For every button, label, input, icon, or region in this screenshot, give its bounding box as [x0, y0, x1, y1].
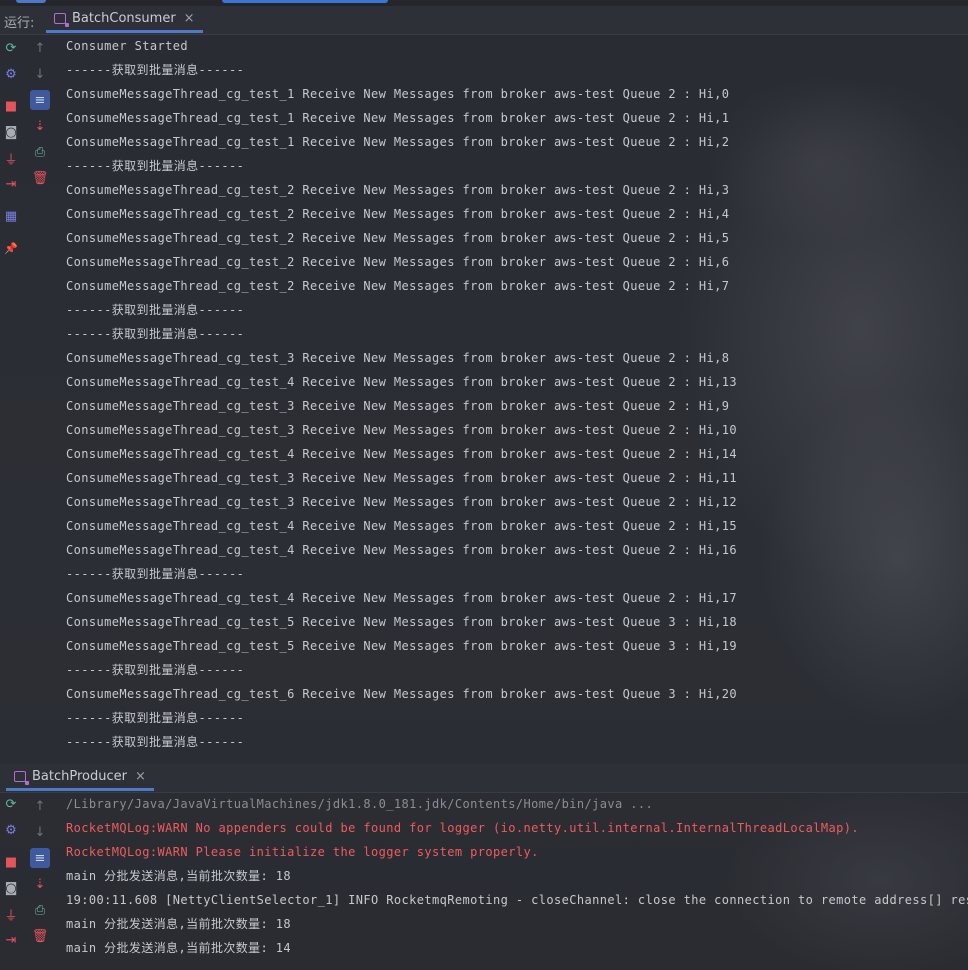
- console-line: ------获取到批量消息------: [66, 567, 245, 581]
- trash-icon[interactable]: 🗑: [32, 928, 49, 944]
- consumer-toolbar: ⟳ ↑ ⚙ ↓ ■ ≡ ◙ ⇣ ⏚ ⎙ ⇥ 🗑 ▦ 📌: [0, 34, 54, 754]
- consumer-console-output[interactable]: Consumer Started ------获取到批量消息------ Consu…: [66, 34, 966, 762]
- console-line: ConsumeMessageThread_cg_test_3 Receive N…: [66, 423, 737, 437]
- console-line: /Library/Java/JavaVirtualMachines/jdk1.8…: [66, 797, 654, 811]
- soft-wrap-icon[interactable]: ≡: [30, 90, 50, 110]
- console-line: main 分批发送消息,当前批次数量: 18: [66, 917, 292, 931]
- rerun-icon[interactable]: ⟳: [3, 796, 19, 812]
- rerun-icon[interactable]: ⟳: [3, 40, 19, 56]
- console-line: ConsumeMessageThread_cg_test_5 Receive N…: [66, 639, 737, 653]
- run-config-icon: [54, 12, 69, 27]
- stop-icon[interactable]: ■: [3, 98, 19, 114]
- console-line: ------获取到批量消息------: [66, 63, 245, 77]
- console-line: ConsumeMessageThread_cg_test_4 Receive N…: [66, 519, 737, 533]
- arrow-down-icon[interactable]: ↓: [32, 824, 48, 840]
- console-line: ------获取到批量消息------: [66, 735, 245, 749]
- console-line: ------获取到批量消息------: [66, 303, 245, 317]
- console-line: ConsumeMessageThread_cg_test_4 Receive N…: [66, 591, 737, 605]
- print-icon[interactable]: ⎙: [32, 144, 48, 160]
- console-line: ------获取到批量消息------: [66, 663, 245, 677]
- tab-batch-consumer[interactable]: BatchConsumer ×: [46, 6, 203, 33]
- console-line: ConsumeMessageThread_cg_test_2 Receive N…: [66, 183, 730, 197]
- console-line: ConsumeMessageThread_cg_test_5 Receive N…: [66, 615, 737, 629]
- console-line: ConsumeMessageThread_cg_test_2 Receive N…: [66, 207, 730, 221]
- console-line: ConsumeMessageThread_cg_test_4 Receive N…: [66, 543, 737, 557]
- console-line: ConsumeMessageThread_cg_test_3 Receive N…: [66, 495, 737, 509]
- run-label: 运行:: [4, 16, 35, 31]
- console-line: ConsumeMessageThread_cg_test_2 Receive N…: [66, 231, 730, 245]
- console-line: ConsumeMessageThread_cg_test_4 Receive N…: [66, 447, 737, 461]
- pin-icon[interactable]: 📌: [3, 240, 19, 256]
- scroll-to-end-icon[interactable]: ⇣: [32, 118, 48, 134]
- toolbar-indicator: [16, 0, 46, 3]
- trash-icon[interactable]: 🗑: [32, 170, 49, 186]
- gear-icon[interactable]: ⚙: [3, 66, 19, 82]
- exit-icon[interactable]: ⇥: [3, 176, 19, 192]
- console-line: ConsumeMessageThread_cg_test_3 Receive N…: [66, 471, 737, 485]
- arrow-down-icon[interactable]: ↓: [32, 66, 48, 82]
- active-editor-indicator: [222, 0, 388, 3]
- producer-tab-bar: BatchProducer ×: [0, 764, 968, 793]
- attach-debugger-icon[interactable]: ⏚: [3, 150, 19, 168]
- close-icon[interactable]: ×: [184, 11, 195, 26]
- arrow-up-icon[interactable]: ↑: [32, 40, 48, 56]
- attach-debugger-icon[interactable]: ⏚: [3, 906, 19, 924]
- warning-line: RocketMQLog:WARN No appenders could be f…: [66, 821, 859, 835]
- console-line: ConsumeMessageThread_cg_test_6 Receive N…: [66, 687, 737, 701]
- producer-toolbar: ⟳ ↑ ⚙ ↓ ■ ≡ ◙ ⇣ ⏚ ⎙ ⇥ 🗑: [0, 792, 54, 970]
- stop-icon[interactable]: ■: [3, 854, 19, 870]
- console-line: ConsumeMessageThread_cg_test_2 Receive N…: [66, 255, 730, 269]
- arrow-up-icon[interactable]: ↑: [32, 798, 48, 814]
- console-line: 19:00:11.608 [NettyClientSelector_1] INF…: [66, 893, 968, 907]
- producer-console-output[interactable]: /Library/Java/JavaVirtualMachines/jdk1.8…: [66, 792, 968, 970]
- console-line: ------获取到批量消息------: [66, 711, 245, 725]
- exit-icon[interactable]: ⇥: [3, 932, 19, 948]
- scroll-to-end-icon[interactable]: ⇣: [32, 876, 48, 892]
- console-line: ConsumeMessageThread_cg_test_2 Receive N…: [66, 279, 730, 293]
- tab-batch-producer[interactable]: BatchProducer ×: [6, 764, 154, 791]
- soft-wrap-icon[interactable]: ≡: [30, 848, 50, 868]
- close-icon[interactable]: ×: [135, 769, 146, 784]
- console-line: ConsumeMessageThread_cg_test_1 Receive N…: [66, 111, 730, 125]
- screenshot-icon[interactable]: ◙: [3, 124, 19, 140]
- console-line: ConsumeMessageThread_cg_test_1 Receive N…: [66, 87, 730, 101]
- warning-line: RocketMQLog:WARN Please initialize the l…: [66, 845, 539, 859]
- tab-label: BatchProducer: [32, 768, 127, 784]
- tab-label: BatchConsumer: [72, 10, 176, 26]
- console-line: main 分批发送消息,当前批次数量: 14: [66, 941, 292, 955]
- screenshot-icon[interactable]: ◙: [3, 880, 19, 896]
- gear-icon[interactable]: ⚙: [3, 822, 19, 838]
- console-line: main 分批发送消息,当前批次数量: 18: [66, 869, 292, 883]
- console-line: Consumer Started: [66, 39, 188, 53]
- layout-icon[interactable]: ▦: [3, 208, 19, 224]
- run-config-icon: [14, 770, 29, 785]
- console-line: ConsumeMessageThread_cg_test_1 Receive N…: [66, 135, 730, 149]
- console-line: ConsumeMessageThread_cg_test_4 Receive N…: [66, 375, 737, 389]
- consumer-tab-bar: 运行: BatchConsumer ×: [0, 6, 968, 35]
- console-line: ------获取到批量消息------: [66, 159, 245, 173]
- console-line: ConsumeMessageThread_cg_test_3 Receive N…: [66, 351, 730, 365]
- console-line: ------获取到批量消息------: [66, 327, 245, 341]
- print-icon[interactable]: ⎙: [32, 902, 48, 918]
- console-line: ConsumeMessageThread_cg_test_3 Receive N…: [66, 399, 730, 413]
